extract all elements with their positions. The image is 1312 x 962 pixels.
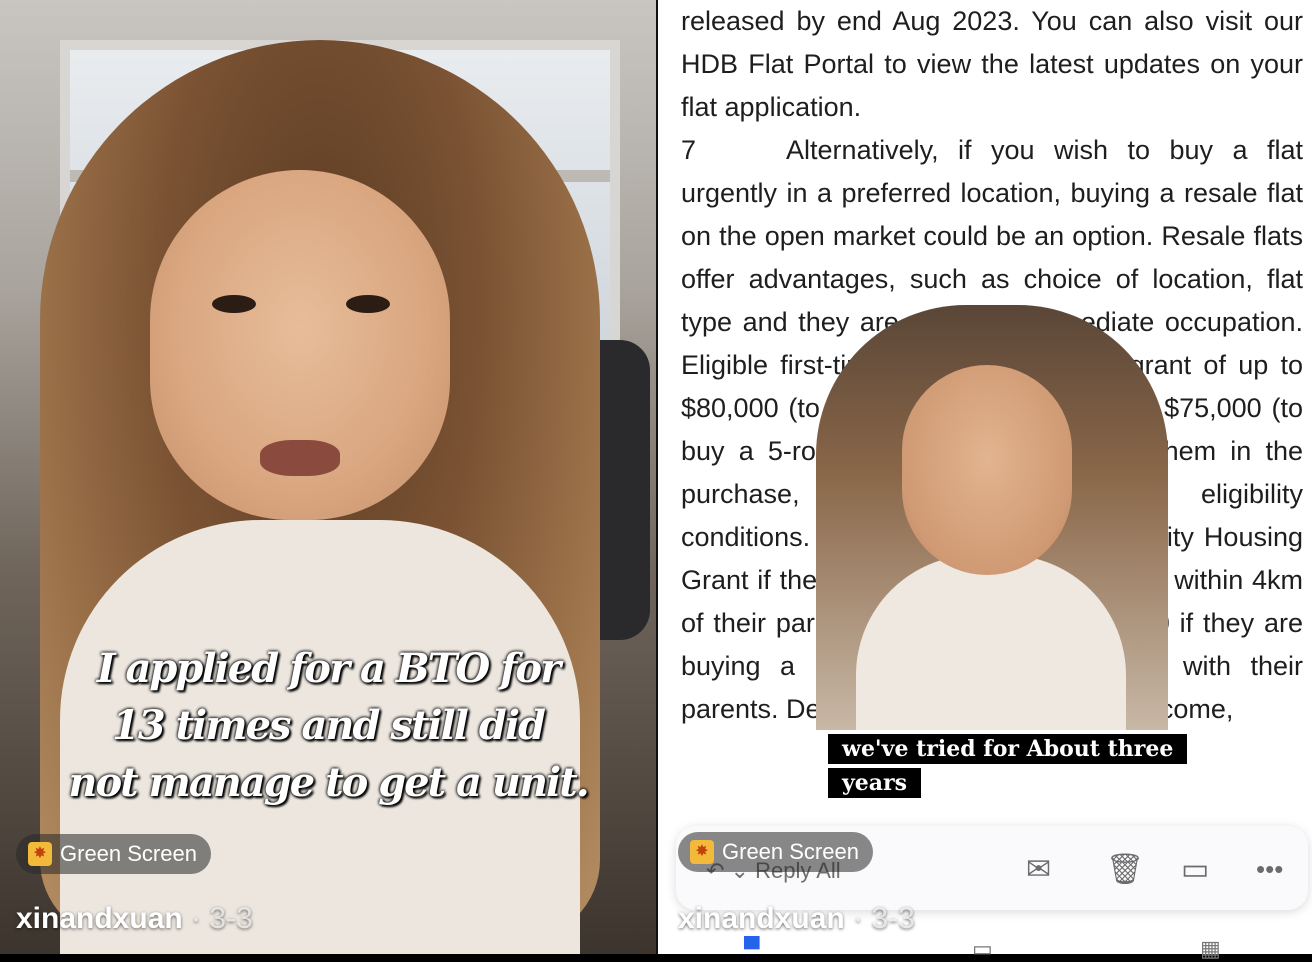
separator: · [853, 902, 864, 935]
username[interactable]: xinandxuan [678, 902, 845, 935]
post-index: 3-3 [209, 902, 253, 935]
paragraph-number: 7 [681, 135, 697, 165]
speaker-cutout [816, 305, 1168, 730]
effect-label: Green Screen [722, 839, 859, 864]
green-screen-badge[interactable]: ✸ Green Screen [16, 834, 211, 874]
mail-tab-icon[interactable]: ▀ [744, 936, 760, 962]
trash-icon[interactable]: 🗑 [1106, 852, 1144, 887]
effect-label: Green Screen [60, 841, 197, 866]
paragraph-6: released by end Aug 2023. You can also v… [681, 6, 1303, 122]
left-video-panel[interactable]: I applied for a BTO for 13 times and sti… [0, 0, 656, 954]
caption-line: 13 times and still did [111, 702, 546, 749]
video-caption: I applied for a BTO for 13 times and sti… [20, 640, 636, 811]
inset-caption: we've tried for About three years [828, 732, 1188, 800]
archive-icon[interactable]: ▭ [1181, 852, 1209, 887]
green-screen-badge[interactable]: ✸ Green Screen [678, 832, 873, 872]
username[interactable]: xinandxuan [16, 902, 183, 935]
more-icon[interactable]: ••• [1256, 854, 1283, 885]
post-index: 3-3 [871, 902, 915, 935]
sparkle-icon: ✸ [690, 840, 714, 864]
author-line[interactable]: xinandxuan · 3-3 [678, 902, 915, 936]
calendar-tab-icon[interactable]: ▭ [972, 936, 993, 962]
caption-line: I applied for a BTO for [96, 645, 561, 692]
apps-tab-icon[interactable]: ▦ [1200, 936, 1221, 962]
sparkle-icon: ✸ [28, 842, 52, 866]
separator: · [191, 902, 202, 935]
author-line[interactable]: xinandxuan · 3-3 [16, 902, 253, 936]
person-face [150, 170, 450, 520]
caption-line: we've tried for About three [828, 734, 1188, 764]
envelope-icon[interactable]: ✉ [1026, 852, 1051, 887]
caption-line: years [828, 768, 922, 798]
caption-line: not manage to get a unit. [68, 759, 589, 806]
